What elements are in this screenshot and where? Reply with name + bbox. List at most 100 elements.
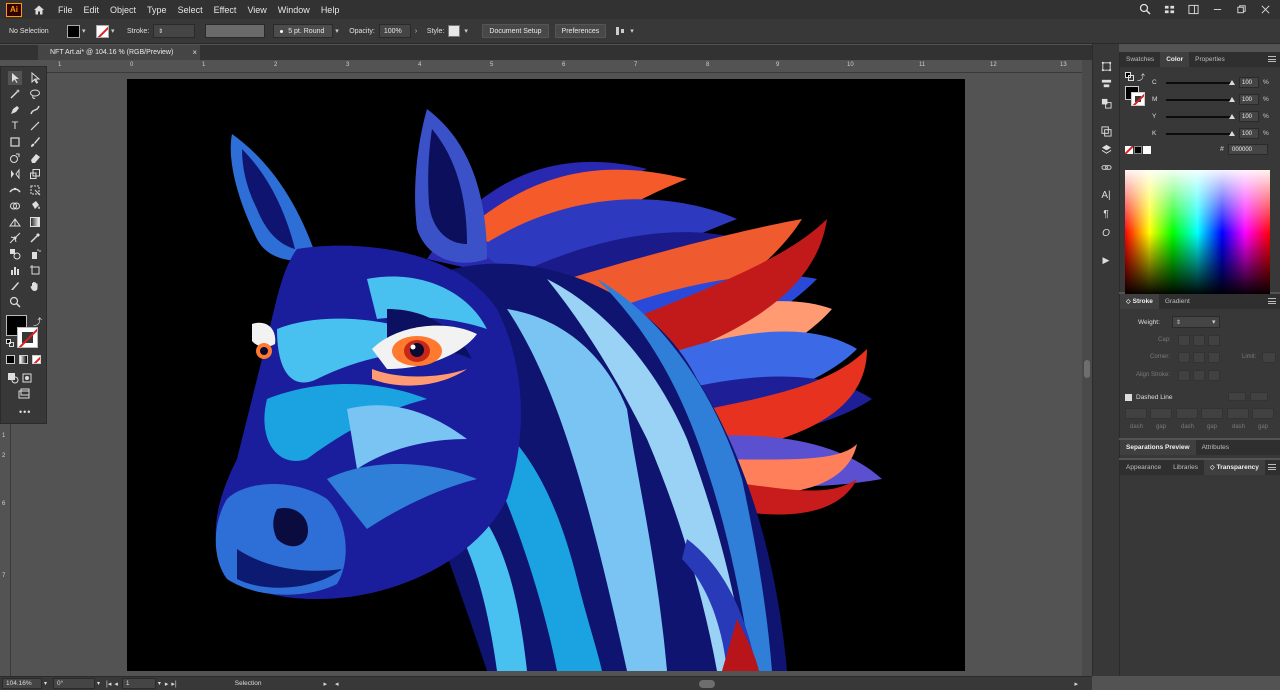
artboard-tool-icon[interactable] [28, 263, 42, 277]
close-window-icon[interactable] [1258, 2, 1272, 16]
chevron-down-icon[interactable]: ▾ [158, 680, 161, 687]
tab-color[interactable]: Color [1160, 52, 1190, 67]
paragraph-panel-icon[interactable]: ¶ [1099, 207, 1113, 221]
links-panel-icon[interactable] [1099, 160, 1113, 174]
menu-file[interactable]: File [58, 5, 73, 15]
gradient-mode-button[interactable] [19, 355, 28, 364]
scale-tool-icon[interactable] [28, 167, 42, 181]
lasso-tool-icon[interactable] [28, 87, 42, 101]
align-outside-button[interactable] [1208, 370, 1220, 381]
menu-type[interactable]: Type [147, 5, 167, 15]
color-mode-button[interactable] [6, 355, 15, 364]
dash-field-1[interactable] [1125, 408, 1147, 419]
tab-separations-preview[interactable]: Separations Preview [1120, 440, 1196, 455]
paintbrush-tool-icon[interactable] [28, 135, 42, 149]
layers-panel-icon[interactable] [1099, 142, 1113, 156]
cyan-slider-knob[interactable] [1229, 79, 1235, 85]
none-mode-button[interactable] [32, 355, 41, 364]
pathfinder-panel-icon[interactable] [1099, 96, 1113, 110]
tab-stroke[interactable]: ◇ Stroke [1120, 294, 1159, 309]
menu-window[interactable]: Window [278, 5, 310, 15]
opacity-field[interactable]: 100% [378, 24, 411, 38]
zoom-tool-icon[interactable] [8, 295, 22, 309]
scroll-right-icon[interactable]: ▸ [1075, 680, 1079, 688]
magenta-slider-knob[interactable] [1229, 96, 1235, 102]
gap-field-2[interactable] [1201, 408, 1223, 419]
bevel-join-button[interactable] [1208, 352, 1220, 363]
stroke-weight-field[interactable]: ⇕ [153, 24, 196, 38]
line-segment-tool-icon[interactable] [28, 119, 42, 133]
preferences-button[interactable]: Preferences [554, 24, 607, 38]
align-options-icon[interactable] [614, 25, 628, 37]
selection-tool-icon[interactable] [8, 71, 22, 85]
tab-transparency[interactable]: ◇ Transparency [1204, 460, 1265, 475]
preserve-dash-button[interactable] [1228, 392, 1246, 401]
default-colors-icon[interactable] [1125, 72, 1135, 82]
artboards-panel-icon[interactable] [1099, 124, 1113, 138]
scrollbar-thumb[interactable] [1084, 360, 1090, 378]
rotate-reflect-tool-icon[interactable] [8, 167, 22, 181]
type-tool-icon[interactable]: T [8, 119, 22, 133]
blend-tool-icon[interactable] [8, 247, 22, 261]
tab-libraries[interactable]: Libraries [1167, 460, 1204, 475]
direct-selection-tool-icon[interactable] [28, 71, 42, 85]
chevron-down-icon[interactable]: ▾ [464, 27, 472, 35]
magic-wand-tool-icon[interactable] [8, 87, 22, 101]
none-swatch[interactable] [1125, 146, 1133, 154]
swap-colors-icon[interactable]: ⤴ [1137, 72, 1145, 83]
cyan-slider[interactable] [1166, 79, 1235, 85]
menu-help[interactable]: Help [321, 5, 340, 15]
workspace-switcher-icon[interactable] [1186, 2, 1200, 16]
stroke-color-indicator[interactable] [1131, 92, 1145, 106]
panel-menu-icon[interactable] [1268, 464, 1276, 470]
eraser-tool-icon[interactable] [28, 151, 42, 165]
previous-artboard-icon[interactable]: ◂ [114, 680, 118, 688]
live-paint-bucket-icon[interactable] [28, 199, 42, 213]
rotation-field[interactable]: 0° [53, 678, 96, 689]
chevron-down-icon[interactable]: ▾ [335, 27, 343, 35]
document-setup-button[interactable]: Document Setup [482, 24, 549, 38]
vertical-scrollbar[interactable] [1082, 60, 1092, 676]
column-graph-tool-icon[interactable] [8, 263, 22, 277]
free-transform-tool-icon[interactable] [28, 183, 42, 197]
shape-builder-tool-icon[interactable] [8, 199, 22, 213]
restore-icon[interactable] [1234, 2, 1248, 16]
color-spectrum[interactable] [1125, 170, 1270, 296]
white-swatch[interactable] [1143, 146, 1151, 154]
align-inside-button[interactable] [1193, 370, 1205, 381]
character-panel-icon[interactable]: A| [1099, 188, 1113, 202]
yellow-slider-knob[interactable] [1229, 113, 1235, 119]
rectangle-tool-icon[interactable] [8, 135, 22, 149]
tab-appearance[interactable]: Appearance [1120, 460, 1167, 475]
tab-properties[interactable]: Properties [1189, 52, 1231, 67]
stroke-color-swatch[interactable] [96, 24, 109, 38]
arrange-documents-icon[interactable] [1162, 2, 1176, 16]
symbol-sprayer-tool-icon[interactable] [28, 247, 42, 261]
align-center-button[interactable] [1178, 370, 1190, 381]
graphic-style-swatch[interactable] [448, 25, 461, 37]
chevron-down-icon[interactable]: ▾ [111, 27, 119, 35]
tab-attributes[interactable]: Attributes [1196, 440, 1235, 455]
chevron-down-icon[interactable]: ▾ [1212, 318, 1216, 326]
miter-limit-field[interactable] [1262, 352, 1276, 363]
hex-value-field[interactable]: 000000 [1228, 144, 1268, 155]
round-cap-button[interactable] [1193, 335, 1205, 346]
eyedropper-tool-icon[interactable] [28, 231, 42, 245]
gradient-tool-icon[interactable] [28, 215, 42, 229]
width-tool-icon[interactable] [8, 183, 22, 197]
menu-effect[interactable]: Effect [214, 5, 237, 15]
dashed-line-checkbox[interactable] [1125, 394, 1132, 401]
stroke-swatch-large[interactable] [17, 327, 38, 348]
scroll-left-icon[interactable]: ◂ [335, 680, 339, 688]
edit-toolbar-icon[interactable]: ••• [19, 407, 31, 417]
round-join-button[interactable] [1193, 352, 1205, 363]
menu-edit[interactable]: Edit [84, 5, 100, 15]
cyan-value-field[interactable]: 100 [1239, 77, 1259, 88]
next-artboard-icon[interactable]: ▸ [165, 680, 169, 688]
hand-tool-icon[interactable] [28, 279, 42, 293]
last-artboard-icon[interactable]: ▸| [171, 680, 176, 688]
horizontal-ruler[interactable]: 1 0 1 2 3 4 5 6 7 8 9 10 11 12 13 [0, 60, 1092, 73]
dash-field-3[interactable] [1227, 408, 1249, 419]
default-fill-stroke-icon[interactable] [6, 339, 14, 347]
perspective-grid-tool-icon[interactable] [8, 215, 22, 229]
